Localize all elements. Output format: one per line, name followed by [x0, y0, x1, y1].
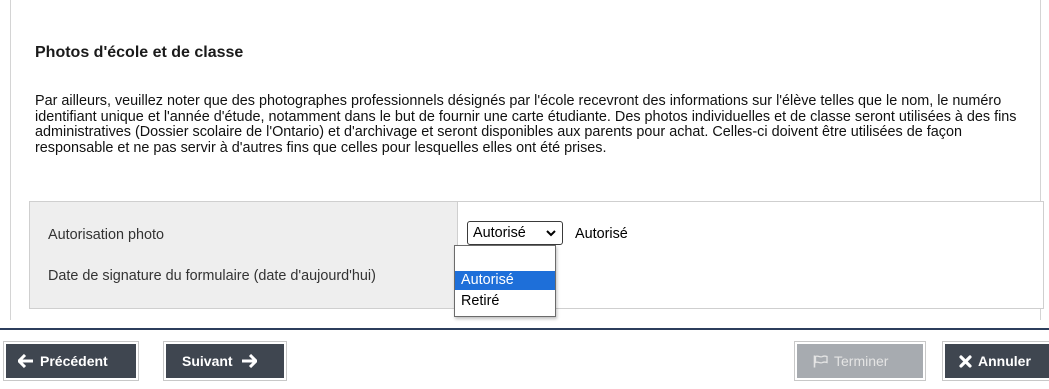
next-button[interactable]: Suivant	[163, 341, 287, 381]
finish-button: Terminer	[794, 341, 926, 381]
photo-notice-text: Par ailleurs, veuillez noter que des pho…	[35, 93, 1017, 156]
finish-button-label: Terminer	[834, 353, 889, 369]
chevron-down-icon	[546, 230, 556, 237]
next-button-label: Suivant	[182, 353, 233, 369]
photo-authorization-dropdown: Autorisé Retiré	[454, 245, 556, 317]
label-column: Autorisation photo Date de signature du …	[30, 202, 458, 308]
cancel-button-label: Annuler	[978, 353, 1031, 369]
section-title: Photos d'école et de classe	[35, 44, 244, 61]
photo-authorization-label: Autorisation photo	[48, 227, 165, 243]
signature-date-label: Date de signature du formulaire (date d'…	[48, 268, 376, 284]
dropdown-option-retire[interactable]: Retiré	[455, 292, 555, 311]
footer-separator	[0, 328, 1049, 330]
flag-icon	[813, 354, 828, 367]
cancel-button[interactable]: Annuler	[942, 341, 1049, 381]
arrow-right-icon	[241, 354, 257, 368]
close-icon	[959, 354, 972, 368]
previous-button[interactable]: Précédent	[3, 341, 139, 381]
photo-authorization-value: Autorisé	[575, 226, 628, 242]
photo-authorization-select[interactable]: Autorisé	[467, 221, 563, 245]
dropdown-option-autorise[interactable]: Autorisé	[455, 271, 555, 290]
arrow-left-icon	[18, 354, 33, 368]
select-current-value: Autorisé	[473, 225, 526, 241]
dropdown-option-blank[interactable]	[455, 249, 555, 268]
previous-button-label: Précédent	[40, 353, 108, 369]
